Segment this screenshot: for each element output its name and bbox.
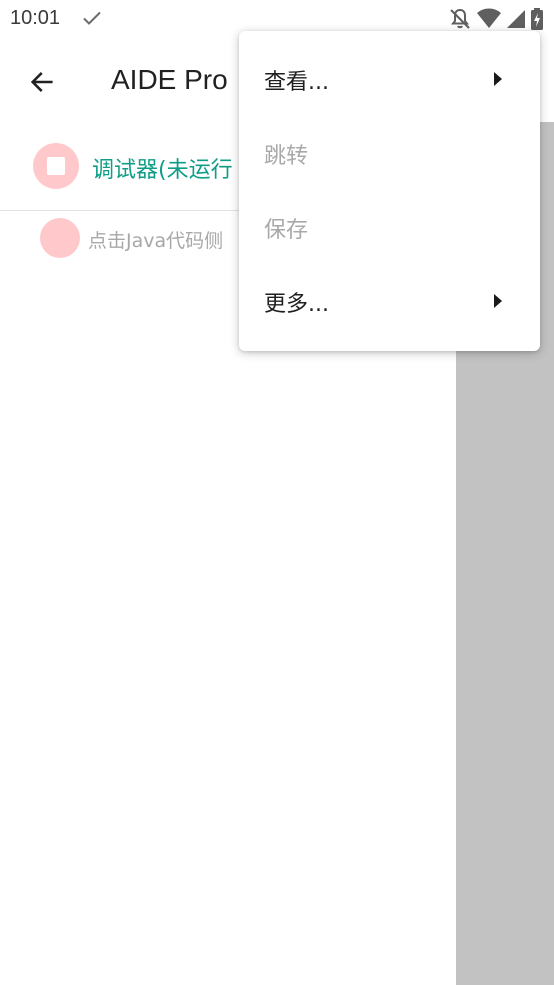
stop-icon <box>33 143 79 189</box>
status-icons <box>448 7 544 31</box>
page-title: AIDE Pro <box>111 64 228 95</box>
hint-label: 点击Java代码侧 <box>88 230 224 252</box>
overflow-menu: 查看... 跳转 保存 更多... <box>239 31 540 351</box>
menu-item-label: 保存 <box>264 218 309 243</box>
menu-item-more[interactable]: 更多... <box>239 265 540 339</box>
wifi-icon <box>477 8 501 28</box>
menu-item-view[interactable]: 查看... <box>239 43 540 117</box>
submenu-arrow-icon <box>494 294 502 308</box>
submenu-arrow-icon <box>494 72 502 86</box>
notifications-off-icon <box>450 8 470 29</box>
cell-signal-icon <box>507 10 525 28</box>
status-time: 10:01 <box>10 7 61 29</box>
menu-item-label: 查看... <box>264 70 329 95</box>
menu-item-label: 跳转 <box>264 144 309 169</box>
check-icon <box>83 11 101 25</box>
battery-charging-icon <box>531 8 543 30</box>
arrow-left-icon <box>30 72 53 92</box>
debugger-status-label: 调试器(未运行 <box>92 158 233 183</box>
menu-item-goto[interactable]: 跳转 <box>239 117 540 191</box>
back-button[interactable] <box>22 62 62 102</box>
breakpoint-icon <box>40 218 80 258</box>
menu-item-label: 更多... <box>264 292 329 317</box>
menu-item-save[interactable]: 保存 <box>239 191 540 265</box>
